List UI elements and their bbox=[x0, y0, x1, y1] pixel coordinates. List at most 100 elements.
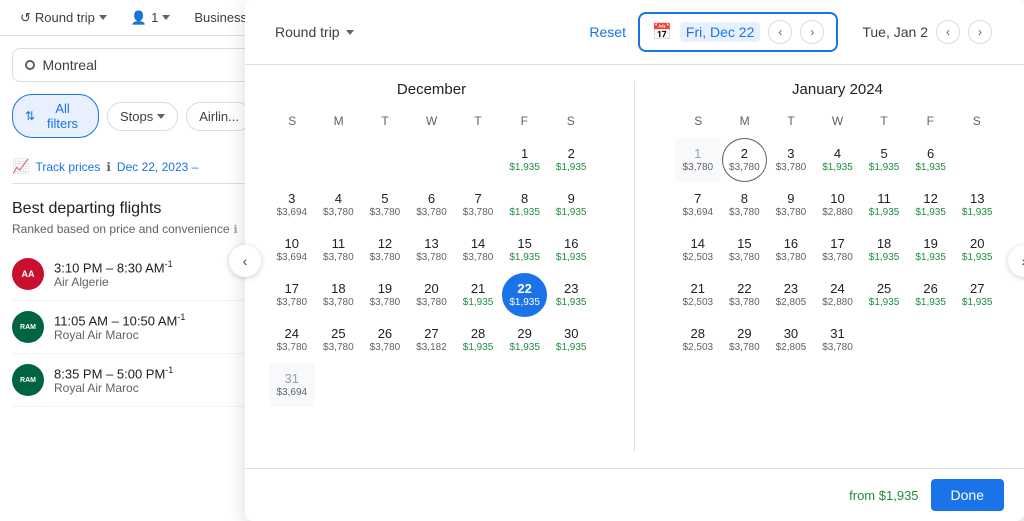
day-cell[interactable]: 15$3,780 bbox=[722, 228, 768, 272]
day-cell bbox=[502, 363, 548, 407]
depart-next-btn[interactable]: › bbox=[800, 20, 824, 44]
day-cell[interactable]: 18$1,935 bbox=[861, 228, 907, 272]
done-button[interactable]: Done bbox=[931, 479, 1004, 511]
return-prev-btn[interactable]: ‹ bbox=[936, 20, 960, 44]
return-date-display[interactable]: Tue, Jan 2 ‹ › bbox=[850, 14, 1004, 50]
depart-date-pill[interactable]: 📅 Fri, Dec 22 ‹ › bbox=[638, 12, 838, 52]
return-next-btn[interactable]: › bbox=[968, 20, 992, 44]
day-cell[interactable]: 9$1,935 bbox=[548, 183, 594, 227]
day-cell[interactable]: 5$1,935 bbox=[861, 138, 907, 182]
day-cell[interactable]: 14$3,780 bbox=[455, 228, 501, 272]
flight-item-1[interactable]: AA 3:10 PM – 8:30 AM-1 Air Algerie bbox=[12, 248, 252, 301]
day-cell bbox=[455, 363, 501, 407]
calendar-footer: from $1,935 Done bbox=[245, 468, 1024, 521]
day-cell[interactable]: 21$2,503 bbox=[675, 273, 721, 317]
class-label: Business bbox=[194, 10, 247, 25]
day-cell[interactable]: 29$1,935 bbox=[502, 318, 548, 362]
day-cell[interactable]: 10$2,880 bbox=[815, 183, 861, 227]
day-cell[interactable]: 1$1,935 bbox=[502, 138, 548, 182]
day-cell[interactable]: 18$3,780 bbox=[316, 273, 362, 317]
day-cell[interactable]: 9$3,780 bbox=[768, 183, 814, 227]
airlines-btn[interactable]: Airlin... bbox=[186, 102, 252, 131]
airline-logo-ram-2: RAM bbox=[12, 364, 44, 396]
reset-button[interactable]: Reset bbox=[589, 24, 626, 40]
day-cell[interactable]: 12$1,935 bbox=[908, 183, 954, 227]
day-cell[interactable]: 17$3,780 bbox=[269, 273, 315, 317]
calendar-overlay: ‹ › Round trip Reset 📅 Fri, Dec 22 ‹ › T… bbox=[245, 0, 1024, 521]
day-cell[interactable]: 30$1,935 bbox=[548, 318, 594, 362]
day-cell[interactable]: 5$3,780 bbox=[362, 183, 408, 227]
day-cell[interactable]: 6$1,935 bbox=[908, 138, 954, 182]
day-cell[interactable]: 20$3,780 bbox=[409, 273, 455, 317]
search-box[interactable] bbox=[12, 48, 252, 82]
trip-type-selector[interactable]: ↺ Round trip bbox=[12, 6, 115, 30]
day-cell[interactable]: 2$1,935 bbox=[548, 138, 594, 182]
day-cell[interactable]: 27$3,182 bbox=[409, 318, 455, 362]
january-day-headers: S M T W T F S bbox=[675, 110, 1000, 132]
day-cell[interactable]: 7$3,780 bbox=[455, 183, 501, 227]
from-price-value: $1,935 bbox=[879, 488, 919, 503]
airline-logo-ram-1: RAM bbox=[12, 311, 44, 343]
day-cell[interactable]: 23$2,805 bbox=[768, 273, 814, 317]
december-calendar: December S M T W T F S 1$1,9352$1,9353$3… bbox=[269, 81, 594, 452]
day-cell[interactable]: 24$3,780 bbox=[269, 318, 315, 362]
day-cell[interactable]: 11$1,935 bbox=[861, 183, 907, 227]
day-cell[interactable]: 11$3,780 bbox=[316, 228, 362, 272]
day-cell[interactable]: 20$1,935 bbox=[954, 228, 1000, 272]
track-prices[interactable]: 📈 Track prices ℹ Dec 22, 2023 – bbox=[12, 150, 252, 184]
day-cell[interactable]: 15$1,935 bbox=[502, 228, 548, 272]
day-cell[interactable]: 31$3,694 bbox=[269, 363, 315, 407]
calendar-prev-btn[interactable]: ‹ bbox=[229, 245, 261, 277]
day-cell[interactable]: 21$1,935 bbox=[455, 273, 501, 317]
day-cell[interactable]: 16$3,780 bbox=[768, 228, 814, 272]
day-cell[interactable]: 1$3,780 bbox=[675, 138, 721, 182]
day-cell[interactable]: 8$3,780 bbox=[722, 183, 768, 227]
passengers-selector[interactable]: 👤 1 bbox=[123, 6, 178, 30]
from-price-text: from bbox=[849, 488, 879, 503]
day-cell[interactable]: 12$3,780 bbox=[362, 228, 408, 272]
day-cell[interactable]: 7$3,694 bbox=[675, 183, 721, 227]
day-cell[interactable]: 2$3,780 bbox=[722, 138, 768, 182]
day-cell[interactable]: 19$3,780 bbox=[362, 273, 408, 317]
best-flights-title: Best departing flights bbox=[12, 200, 252, 218]
all-filters-btn[interactable]: ⇅ All filters bbox=[12, 94, 99, 138]
day-cell[interactable]: 28$1,935 bbox=[455, 318, 501, 362]
day-cell[interactable]: 17$3,780 bbox=[815, 228, 861, 272]
day-cell[interactable]: 31$3,780 bbox=[815, 318, 861, 362]
day-cell[interactable]: 28$2,503 bbox=[675, 318, 721, 362]
all-filters-label: All filters bbox=[39, 101, 86, 131]
day-cell[interactable]: 13$3,780 bbox=[409, 228, 455, 272]
day-cell[interactable]: 4$3,780 bbox=[316, 183, 362, 227]
day-cell[interactable]: 4$1,935 bbox=[815, 138, 861, 182]
day-cell[interactable]: 25$3,780 bbox=[316, 318, 362, 362]
day-cell[interactable]: 3$3,780 bbox=[768, 138, 814, 182]
day-cell[interactable]: 16$1,935 bbox=[548, 228, 594, 272]
day-cell[interactable]: 22$1,935 bbox=[502, 273, 548, 317]
depart-prev-btn[interactable]: ‹ bbox=[768, 20, 792, 44]
stops-btn[interactable]: Stops bbox=[107, 102, 178, 131]
day-cell[interactable]: 22$3,780 bbox=[722, 273, 768, 317]
day-cell[interactable]: 8$1,935 bbox=[502, 183, 548, 227]
day-cell[interactable]: 30$2,805 bbox=[768, 318, 814, 362]
flight-item-2[interactable]: RAM 11:05 AM – 10:50 AM-1 Royal Air Maro… bbox=[12, 301, 252, 354]
day-cell[interactable]: 24$2,880 bbox=[815, 273, 861, 317]
december-days-grid: 1$1,9352$1,935 3$3,6944$3,7805$3,7806$3,7… bbox=[269, 138, 594, 407]
day-cell[interactable]: 14$2,503 bbox=[675, 228, 721, 272]
day-cell[interactable]: 23$1,935 bbox=[548, 273, 594, 317]
day-cell[interactable]: 27$1,935 bbox=[954, 273, 1000, 317]
flight-item-3[interactable]: RAM 8:35 PM – 5:00 PM-1 Royal Air Maroc bbox=[12, 354, 252, 407]
day-cell[interactable]: 6$3,780 bbox=[409, 183, 455, 227]
day-cell[interactable]: 10$3,694 bbox=[269, 228, 315, 272]
day-cell[interactable]: 26$1,935 bbox=[908, 273, 954, 317]
flight-time-1: 3:10 PM – 8:30 AM-1 bbox=[54, 259, 173, 275]
day-cell bbox=[316, 138, 362, 182]
day-cell[interactable]: 19$1,935 bbox=[908, 228, 954, 272]
flight-airline-1: Air Algerie bbox=[54, 275, 173, 289]
day-cell[interactable]: 25$1,935 bbox=[861, 273, 907, 317]
day-cell[interactable]: 3$3,694 bbox=[269, 183, 315, 227]
day-cell[interactable]: 13$1,935 bbox=[954, 183, 1000, 227]
day-cell[interactable]: 29$3,780 bbox=[722, 318, 768, 362]
search-input[interactable] bbox=[43, 57, 239, 73]
day-cell[interactable]: 26$3,780 bbox=[362, 318, 408, 362]
trip-type-dropdown[interactable]: Round trip bbox=[265, 18, 364, 46]
